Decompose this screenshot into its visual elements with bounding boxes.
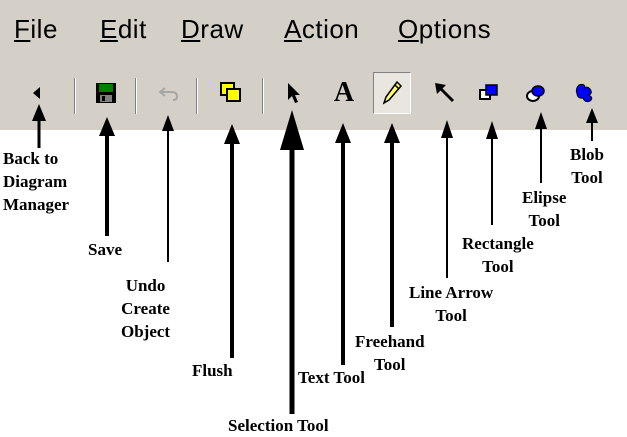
callout-freehand-tool: Freehand Tool <box>355 330 425 376</box>
callout-save: Save <box>88 240 122 259</box>
callout-line: Diagram <box>3 172 68 191</box>
callout-line: Object <box>121 322 171 341</box>
callout-line: Elipse <box>522 188 567 207</box>
callout-arrow-blob <box>586 108 598 141</box>
callout-arrow-back <box>32 104 46 148</box>
callout-arrow-save <box>99 117 115 236</box>
callout-line: Undo <box>125 276 166 295</box>
callout-line: Create <box>121 299 170 318</box>
callout-line: Freehand <box>355 332 425 351</box>
callout-arrow-undo <box>162 115 174 262</box>
callout-rectangle-tool: Rectangle Tool <box>462 232 534 278</box>
callout-arrow-ellipse <box>535 112 547 183</box>
callout-ellipse-tool: Elipse Tool <box>522 186 566 232</box>
callout-line: Tool <box>435 306 467 325</box>
callout-line: Blob <box>570 145 605 164</box>
callout-line: Tool <box>374 355 406 374</box>
callout-undo-create-object: Undo Create Object <box>121 274 170 343</box>
callout-selection-tool: Selection Tool <box>228 416 329 435</box>
callout-arrow-line-arrow <box>441 120 453 278</box>
callout-line: Back to <box>3 149 59 168</box>
callout-arrow-rectangle <box>486 121 498 225</box>
callout-arrow-freehand <box>384 123 400 327</box>
callout-line: Manager <box>3 195 70 214</box>
callout-arrow-flush <box>224 124 240 358</box>
callout-back-to-diagram-manager: Back to Diagram Manager <box>3 147 69 216</box>
callout-line: Tool <box>528 211 560 230</box>
callout-arrow-text <box>335 123 351 365</box>
callout-blob-tool: Blob Tool <box>570 143 604 189</box>
callout-line: Tool <box>571 168 603 187</box>
callout-line: Rectangle <box>462 234 534 253</box>
callout-line: Tool <box>482 257 514 276</box>
callout-line-arrow-tool: Line Arrow Tool <box>409 281 493 327</box>
callout-flush: Flush <box>192 361 233 380</box>
callout-line: Line Arrow <box>409 283 494 302</box>
